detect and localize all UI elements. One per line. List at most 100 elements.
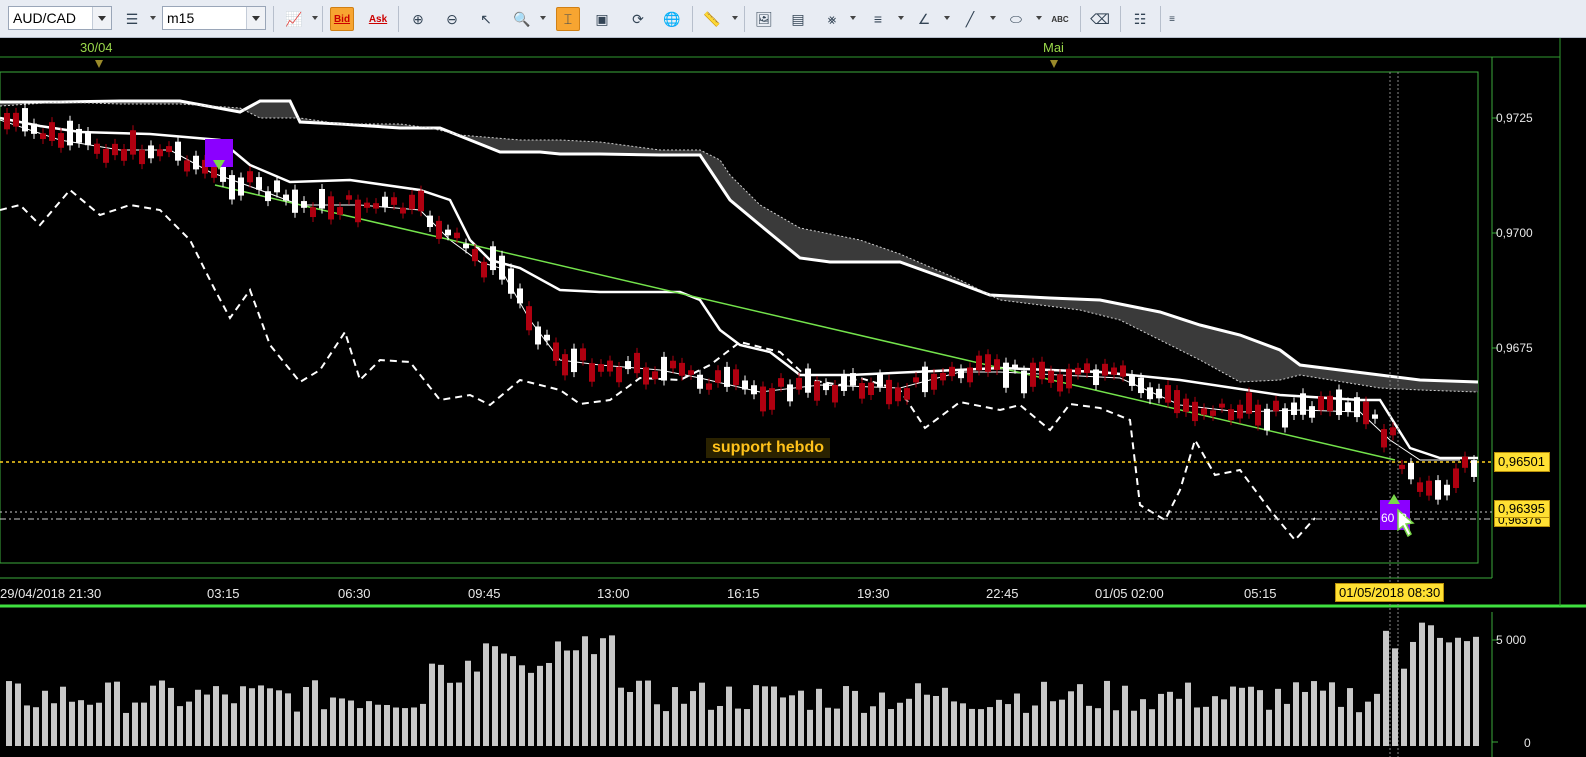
volume-bar xyxy=(582,636,588,746)
chart-type-icon[interactable]: 📈 xyxy=(282,7,306,31)
volume-bar xyxy=(1131,710,1137,746)
price-chart[interactable] xyxy=(0,38,1586,757)
volume-tick-label: 5 000 xyxy=(1496,633,1527,647)
chevron-down-icon[interactable] xyxy=(732,16,738,20)
chevron-down-icon[interactable] xyxy=(898,16,904,20)
template-icon[interactable]: ▤ xyxy=(786,7,810,31)
volume-bar xyxy=(1284,703,1290,746)
ellipse-icon[interactable]: ⬭ xyxy=(1004,7,1028,31)
zoom-in-icon[interactable]: ⊕ xyxy=(406,7,430,31)
globe-icon[interactable]: 🌐 xyxy=(660,7,684,31)
volume-bar xyxy=(267,688,273,746)
volume-bar xyxy=(78,700,84,746)
candle-body xyxy=(463,243,469,249)
candle-body xyxy=(877,374,883,387)
volume-bar xyxy=(942,687,948,746)
chevron-down-icon[interactable] xyxy=(990,16,996,20)
toolbar: AUD/CAD ☰ m15 📈 Bid Ask ⊕ ⊖ ↖ 🔍 ⌶ ▣ ⟳ 🌐 … xyxy=(0,0,1586,38)
ruler-icon[interactable]: 📏 xyxy=(700,7,724,31)
volume-bar xyxy=(1320,690,1326,746)
volume-bar xyxy=(501,653,507,746)
candle-body xyxy=(382,196,388,208)
volume-bar xyxy=(357,708,363,746)
volume-bar xyxy=(366,701,372,746)
lines-icon[interactable]: ≡ xyxy=(866,7,890,31)
toolbar-overflow-icon[interactable]: ≡ xyxy=(1160,7,1184,31)
volume-bar xyxy=(816,688,822,746)
candle-body xyxy=(985,354,991,372)
volume-bar xyxy=(1428,625,1434,746)
ask-button[interactable]: Ask xyxy=(366,7,390,31)
crosshair-icon[interactable]: ⌶ xyxy=(556,7,580,31)
candle-body xyxy=(1228,409,1234,421)
volume-bar xyxy=(276,690,282,746)
volume-bar xyxy=(1383,630,1389,746)
image-icon[interactable]: 🖼 xyxy=(752,7,776,31)
volume-bar xyxy=(240,686,246,746)
magnify-icon[interactable]: 🔍 xyxy=(510,7,534,31)
time-tick-label: 01/05 02:00 xyxy=(1095,586,1164,601)
hierarchy-icon[interactable]: ☷ xyxy=(1128,7,1152,31)
text-tool-icon[interactable]: ABC xyxy=(1048,7,1072,31)
candle-body xyxy=(751,385,757,395)
price-tick-label: 0,9725 xyxy=(1496,111,1533,125)
chevron-down-icon[interactable] xyxy=(150,16,156,20)
candle-body xyxy=(769,388,775,410)
volume-bar xyxy=(708,709,714,746)
candle-body xyxy=(1273,400,1279,412)
volume-bar xyxy=(24,705,30,746)
indicator-icon[interactable]: ⨳ xyxy=(820,7,844,31)
refresh-icon[interactable]: ⟳ xyxy=(626,7,650,31)
volume-bar xyxy=(285,693,291,746)
volume-bar xyxy=(852,690,858,746)
cursor-icon[interactable]: ↖ xyxy=(474,7,498,31)
bid-button[interactable]: Bid xyxy=(330,7,354,31)
candle-body xyxy=(688,370,694,375)
chevron-down-icon[interactable] xyxy=(540,16,546,20)
chevron-down-icon[interactable] xyxy=(1036,16,1042,20)
volume-bar xyxy=(1437,637,1443,746)
candle-body xyxy=(1039,361,1045,380)
time-tick-label: 22:45 xyxy=(986,586,1019,601)
candle-body xyxy=(1075,367,1081,375)
chevron-down-icon[interactable] xyxy=(944,16,950,20)
zoom-out-icon[interactable]: ⊖ xyxy=(440,7,464,31)
timeframe-select[interactable]: m15 xyxy=(162,6,266,30)
candle-body xyxy=(1471,460,1477,477)
volume-tick-label: 0 xyxy=(1524,736,1531,750)
volume-bar xyxy=(1356,712,1362,746)
volume-bar xyxy=(879,692,885,746)
candle-body xyxy=(445,229,451,236)
candle-body xyxy=(841,374,847,391)
eraser-icon[interactable]: ⌫ xyxy=(1088,7,1112,31)
volume-bar xyxy=(762,686,768,746)
volume-bar xyxy=(1113,710,1119,746)
chevron-down-icon[interactable] xyxy=(850,16,856,20)
line-tool-icon[interactable]: ╱ xyxy=(958,7,982,31)
link-icon[interactable]: ☰ xyxy=(120,7,144,31)
chevron-down-icon[interactable] xyxy=(92,7,111,29)
chevron-down-icon[interactable] xyxy=(312,16,318,20)
chevron-down-icon[interactable] xyxy=(246,7,265,29)
volume-bar xyxy=(294,711,300,746)
volume-bar xyxy=(771,686,777,746)
volume-bar xyxy=(978,709,984,746)
fan-icon[interactable]: ∠ xyxy=(912,7,936,31)
symbol-select[interactable]: AUD/CAD xyxy=(8,6,112,30)
candle-body xyxy=(355,199,361,223)
candle-body xyxy=(553,342,559,361)
candle-body xyxy=(814,381,820,401)
window-icon[interactable]: ▣ xyxy=(590,7,614,31)
candle-body xyxy=(589,363,595,382)
candle-body xyxy=(1237,404,1243,419)
candle-body xyxy=(1291,402,1297,415)
candle-body xyxy=(94,143,100,154)
volume-bar xyxy=(645,680,651,746)
volume-bar xyxy=(564,650,570,746)
support-annotation[interactable]: support hebdo xyxy=(706,438,830,458)
candle-body xyxy=(1183,398,1189,412)
candle-body xyxy=(337,207,343,215)
candle-body xyxy=(1111,367,1117,375)
time-tick-label: 16:15 xyxy=(727,586,760,601)
separator xyxy=(1120,6,1121,32)
